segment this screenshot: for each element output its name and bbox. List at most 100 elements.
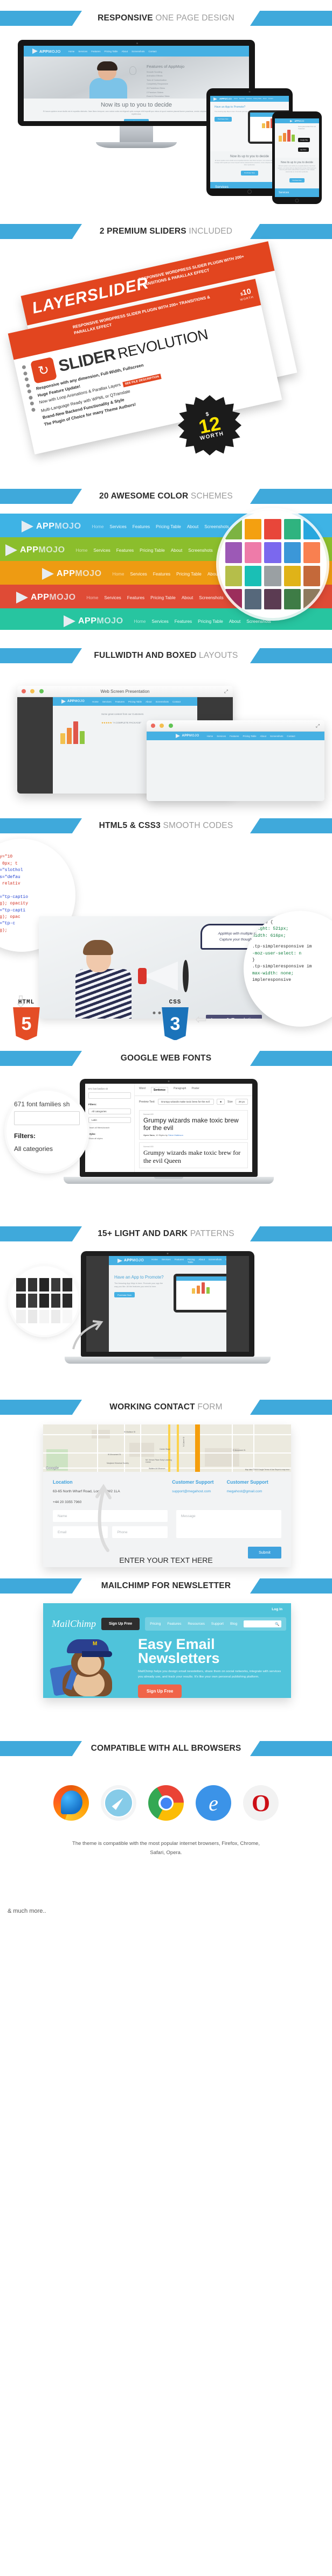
nav-item-contact[interactable]: Contact: [287, 735, 295, 738]
nav-item-about[interactable]: About: [208, 572, 219, 577]
font-search-input-magnified[interactable]: [14, 1111, 80, 1125]
nav-item-features[interactable]: Features: [230, 735, 239, 738]
nav-item-about[interactable]: About: [171, 548, 182, 553]
purchase-now-button[interactable]: Purchase Now: [241, 170, 258, 176]
nav-item-about[interactable]: About: [198, 1258, 204, 1264]
nav-item-services[interactable]: Services: [130, 572, 147, 577]
google-play-button[interactable]: Google Play: [298, 138, 310, 143]
nav-item-home[interactable]: Home: [134, 619, 146, 624]
nav-item-blog[interactable]: Blog: [230, 1622, 237, 1626]
nav-item-home[interactable]: Home: [113, 572, 124, 577]
search-input[interactable]: Search 🔍: [244, 1620, 282, 1627]
nav-item-services[interactable]: Services: [102, 700, 112, 703]
nav-item-pricing[interactable]: Pricing Table: [128, 700, 142, 703]
nav-item-about[interactable]: About: [263, 98, 267, 100]
window-controls[interactable]: [151, 721, 175, 731]
nav-menu[interactable]: Home Services Features Pricing Table Abo…: [76, 548, 234, 553]
signup-free-cta-button[interactable]: Sign Up Free: [138, 1684, 182, 1698]
nav-item-contact[interactable]: Contact: [148, 50, 156, 53]
purchase-now-button[interactable]: Purchase Now: [215, 116, 232, 122]
pattern-swatches[interactable]: [10, 1266, 79, 1335]
nav-item-contact[interactable]: Contact: [172, 700, 181, 703]
nav-item-home[interactable]: Home: [92, 700, 99, 703]
nav-item-features[interactable]: Features: [175, 619, 192, 624]
nav-item-screenshots[interactable]: Screenshots: [199, 595, 224, 600]
tab-sentence[interactable]: Sentence: [150, 1087, 169, 1093]
nav-item-screenshots[interactable]: Screenshots: [246, 619, 271, 624]
nav-item-home[interactable]: Home: [92, 524, 104, 529]
support-email-link[interactable]: megahost@gmail.com: [227, 1490, 262, 1493]
nav-item-features[interactable]: Features: [133, 524, 150, 529]
nav-item-pricing[interactable]: Pricing Table: [176, 572, 202, 577]
nav-item-features[interactable]: Features: [116, 548, 134, 553]
preview-tabs[interactable]: Word Sentence Paragraph Poster: [135, 1084, 252, 1096]
nav-item-about[interactable]: About: [122, 50, 128, 53]
site-nav-menu[interactable]: Home Services Features Pricing Table Abo…: [92, 700, 181, 703]
iphone-home-button[interactable]: [295, 199, 299, 202]
google-map[interactable]: W Madison St Center Stage W Monument St …: [43, 1424, 291, 1472]
fullscreen-icon[interactable]: ⤢: [224, 689, 228, 694]
nav-item-about[interactable]: About: [260, 735, 266, 738]
nav-item-pricing[interactable]: Pricing: [150, 1622, 161, 1626]
app-store-buttons[interactable]: Google Play App Store: [298, 134, 316, 153]
nav-item-screenshots[interactable]: Screenshots: [204, 524, 229, 529]
nav-item-services[interactable]: Services: [104, 595, 121, 600]
color-swatch-palette[interactable]: [219, 510, 327, 618]
font-author-link[interactable]: Steve Matteson: [168, 1134, 183, 1136]
nav-item-services[interactable]: Services: [239, 98, 245, 100]
nav-item-features[interactable]: Features: [246, 98, 252, 100]
nav-item-home[interactable]: Home: [151, 1258, 158, 1264]
purchase-now-button[interactable]: Purchase Now: [114, 1292, 135, 1298]
nav-item-pricing[interactable]: Pricing Table: [105, 50, 118, 53]
color-swatch-icon[interactable]: ■: [217, 1099, 225, 1105]
nav-item-pricing[interactable]: Pricing Table: [140, 548, 165, 553]
nav-item-about[interactable]: About: [187, 524, 198, 529]
nav-item-features[interactable]: Features: [115, 700, 124, 703]
site-nav-menu[interactable]: Home Services Features Pricing Table Abo…: [151, 1258, 226, 1264]
nav-item-support[interactable]: Support: [211, 1622, 224, 1626]
nav-item-about[interactable]: About: [182, 595, 193, 600]
nav-item-screenshots[interactable]: Screenshots: [156, 700, 169, 703]
nav-item-contact[interactable]: Contact: [225, 1258, 226, 1264]
nav-item-services[interactable]: Services: [217, 735, 226, 738]
nav-item-pricing[interactable]: Pricing Table: [253, 98, 261, 100]
tab-paragraph[interactable]: Paragraph: [174, 1087, 186, 1093]
maximize-icon[interactable]: [168, 724, 173, 728]
all-categories-magnified[interactable]: All categories: [14, 1145, 80, 1153]
preview-text-input[interactable]: Grumpy wizards make toxic brew for the e…: [157, 1099, 215, 1105]
nav-item-services[interactable]: Services: [109, 524, 126, 529]
nav-item-features[interactable]: Features: [153, 572, 170, 577]
minimize-icon[interactable]: [160, 724, 164, 728]
nav-item-features[interactable]: Features: [127, 595, 144, 600]
nav-item-home[interactable]: Home: [87, 595, 99, 600]
nav-item-services[interactable]: Services: [162, 1258, 171, 1264]
nav-item-pricing[interactable]: Pricing Table: [198, 619, 223, 624]
nav-item-pricing[interactable]: Pricing Table: [156, 524, 181, 529]
login-link[interactable]: Log In: [272, 1608, 282, 1611]
nav-item-features[interactable]: Features: [175, 1258, 184, 1264]
nav-item-home[interactable]: Home: [234, 98, 238, 100]
close-icon[interactable]: [151, 724, 155, 728]
script-select[interactable]: Latin: [88, 1117, 131, 1123]
nav-item-screenshots[interactable]: Screenshots: [188, 548, 213, 553]
nav-item-features[interactable]: Features: [167, 1622, 181, 1626]
nav-item-resources[interactable]: Resources: [188, 1622, 205, 1626]
nav-item-screenshots[interactable]: Screenshots: [209, 1258, 222, 1264]
nav-item-home[interactable]: Home: [76, 548, 88, 553]
signup-free-nav-button[interactable]: Sign Up Free: [101, 1618, 140, 1630]
message-textarea[interactable]: Message: [176, 1510, 281, 1539]
nav-item-about[interactable]: About: [146, 700, 151, 703]
ipad-home-button[interactable]: [247, 189, 252, 194]
support-email-link[interactable]: support@megahost.com: [172, 1490, 211, 1493]
nav-menu[interactable]: Home Services Features Pricing Table Abo…: [87, 595, 245, 600]
tab-word[interactable]: Word: [139, 1087, 146, 1093]
nav-item-screenshots[interactable]: Screenshots: [270, 735, 283, 738]
nav-item-pricing[interactable]: Pricing Table: [188, 1258, 195, 1264]
nav-item-features[interactable]: Features: [91, 50, 100, 53]
nav-item-pricing[interactable]: Pricing Table: [150, 595, 176, 600]
nav-menu[interactable]: Home Services Features Pricing Table Abo…: [134, 619, 271, 624]
nav-item-about[interactable]: About: [229, 619, 240, 624]
reset-filters-link[interactable]: Reset all filters/search: [88, 1126, 131, 1129]
purchase-now-button[interactable]: Purchase Now: [289, 178, 305, 183]
category-select[interactable]: All categories: [88, 1108, 131, 1114]
